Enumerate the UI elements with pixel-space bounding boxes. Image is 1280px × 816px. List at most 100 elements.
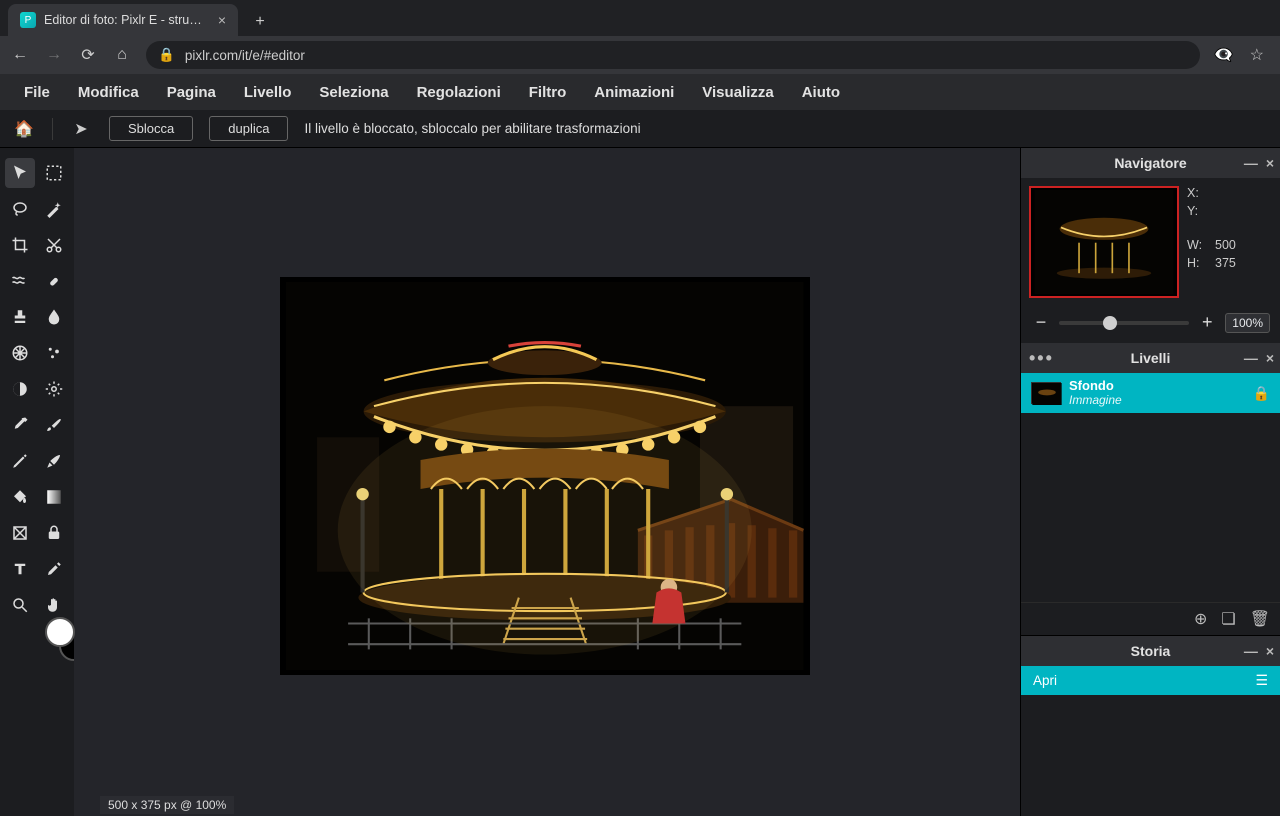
history-item[interactable]: Apri ☰ [1021,666,1280,695]
pointer-icon[interactable]: ➤ [69,119,93,139]
minimize-icon[interactable]: — [1244,643,1258,659]
tab-favicon: P [20,12,36,28]
tool-gradient[interactable] [39,482,69,512]
options-bar: 🏠 ➤ Sblocca duplica Il livello è bloccat… [0,110,1280,148]
navigator-info: X: Y: W:500 H:375 [1187,186,1272,298]
add-layer-icon[interactable]: ⊕ [1194,609,1207,629]
panel-header-navigator: Navigatore — × [1021,148,1280,178]
navigator-w-label: W: [1187,238,1207,252]
menu-filter[interactable]: Filtro [529,84,567,101]
tool-lasso[interactable] [5,194,35,224]
tool-lock[interactable] [39,518,69,548]
nav-reload-icon[interactable]: ⟳ [78,45,98,65]
zoom-in-button[interactable]: + [1197,312,1217,333]
tool-palette: ⟲ [0,148,74,816]
unlock-button[interactable]: Sblocca [109,116,193,141]
zoom-slider-thumb[interactable] [1103,316,1117,330]
home-icon[interactable]: 🏠 [12,119,36,139]
tool-fill[interactable] [5,482,35,512]
history-item-label: Apri [1033,673,1057,688]
tool-wand[interactable] [39,194,69,224]
panel-menu-icon[interactable]: ••• [1029,348,1054,369]
zoom-value[interactable]: 100% [1225,313,1270,333]
tool-text[interactable] [5,554,35,584]
new-tab-button[interactable]: + [246,8,274,36]
tool-gear[interactable] [39,374,69,404]
canvas-area[interactable]: 500 x 375 px @ 100% [74,148,1020,816]
menu-anim[interactable]: Animazioni [594,84,674,101]
canvas-status: 500 x 375 px @ 100% [100,796,234,814]
nav-home-icon[interactable]: ⌂ [112,46,132,64]
history-list: Apri ☰ [1021,666,1280,816]
artboard[interactable] [280,277,810,675]
navigator-x-label: X: [1187,186,1207,200]
favorite-icon[interactable]: ☆ [1250,45,1264,65]
browser-tab[interactable]: P Editor di foto: Pixlr E - strumento × [8,4,238,36]
close-icon[interactable]: × [1266,643,1274,659]
incognito-icon[interactable]: 👁‍🗨 [1214,45,1234,65]
tool-hand[interactable] [39,590,69,620]
tool-dodge[interactable] [5,374,35,404]
navigator-h-value: 375 [1215,256,1236,270]
menu-file[interactable]: File [24,84,50,101]
tool-colorpicker[interactable] [39,554,69,584]
tool-arrow[interactable] [5,158,35,188]
layer-row[interactable]: Sfondo Immagine 🔒 [1021,373,1280,413]
tool-sparkle[interactable] [39,338,69,368]
minimize-icon[interactable]: — [1244,350,1258,366]
menu-layer[interactable]: Livello [244,84,292,101]
tool-marquee[interactable] [39,158,69,188]
tool-stamp[interactable] [5,302,35,332]
close-icon[interactable]: × [1266,155,1274,171]
menu-edit[interactable]: Modifica [78,84,139,101]
address-bar[interactable]: 🔒 pixlr.com/it/e/#editor [146,41,1200,69]
layer-lock-icon[interactable]: 🔒 [1253,385,1270,402]
navigator-y-label: Y: [1187,204,1207,218]
nav-forward-icon[interactable]: → [44,46,64,64]
tool-liquify[interactable] [5,266,35,296]
tool-blur[interactable] [39,302,69,332]
menu-view[interactable]: Visualizza [702,84,773,101]
tool-pixelate[interactable] [5,338,35,368]
separator [52,118,53,140]
delete-layer-icon[interactable]: 🗑 [1250,609,1270,629]
foreground-color[interactable] [45,617,75,647]
zoom-out-button[interactable]: − [1031,312,1051,333]
pixlr-app: File Modifica Pagina Livello Seleziona R… [0,74,1280,816]
navigator-w-value: 500 [1215,238,1236,252]
close-icon[interactable]: × [1266,350,1274,366]
zoom-slider[interactable] [1059,321,1189,325]
tool-cut[interactable] [39,230,69,260]
layers-list: Sfondo Immagine 🔒 [1021,373,1280,602]
menu-help[interactable]: Aiuto [802,84,840,101]
panel-title: Livelli [1131,350,1171,366]
navigator-thumbnail[interactable] [1029,186,1179,298]
panel-title: Navigatore [1114,155,1186,171]
tool-brush[interactable] [39,410,69,440]
tool-pencil[interactable] [5,446,35,476]
menu-page[interactable]: Pagina [167,84,216,101]
tab-title: Editor di foto: Pixlr E - strumento [44,13,210,27]
tool-zoom[interactable] [5,590,35,620]
tool-eyedropper[interactable] [5,410,35,440]
tool-shape[interactable] [5,518,35,548]
browser-toolbar: ← → ⟳ ⌂ 🔒 pixlr.com/it/e/#editor 👁‍🗨 ☆ [0,36,1280,74]
close-tab-icon[interactable]: × [218,12,226,28]
layer-type: Immagine [1069,393,1122,407]
options-hint: Il livello è bloccato, sbloccalo per abi… [304,121,640,136]
duplicate-layer-icon[interactable]: ❏ [1221,609,1235,629]
right-panels: Navigatore — × X: Y: W:500 H:375 [1020,148,1280,816]
minimize-icon[interactable]: — [1244,155,1258,171]
tool-pen[interactable] [39,446,69,476]
tool-crop[interactable] [5,230,35,260]
layer-thumbnail [1031,382,1061,404]
menu-select[interactable]: Seleziona [319,84,388,101]
lock-icon: 🔒 [158,47,175,63]
menu-adjust[interactable]: Regolazioni [417,84,501,101]
panel-header-layers: ••• Livelli — × [1021,343,1280,373]
duplicate-button[interactable]: duplica [209,116,288,141]
address-text: pixlr.com/it/e/#editor [185,48,305,63]
navigator-zoom: − + 100% [1021,306,1280,343]
nav-back-icon[interactable]: ← [10,46,30,64]
tool-heal[interactable] [39,266,69,296]
